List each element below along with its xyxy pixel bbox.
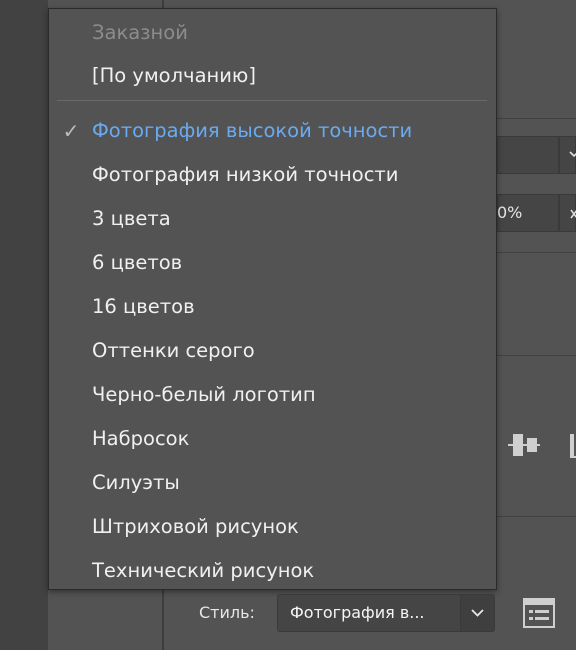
align-center-button[interactable] xyxy=(505,428,543,462)
preset-dropdown-menu: Заказной [По умолчанию] ✓ Фотография выс… xyxy=(48,8,497,590)
list-icon xyxy=(523,598,555,628)
menu-item-label: Штриховой рисунок xyxy=(92,515,299,538)
menu-item-high-fidelity-photo[interactable]: ✓ Фотография высокой точности xyxy=(49,111,496,151)
align-bottom-button[interactable] xyxy=(565,430,576,460)
menu-item-label: Оттенки серого xyxy=(92,339,255,362)
close-icon xyxy=(570,209,576,219)
menu-item-label: 3 цвета xyxy=(92,207,171,230)
menu-item-black-white-logo[interactable]: Черно-белый логотип xyxy=(49,375,496,415)
menu-item-label: Набросок xyxy=(92,427,190,450)
menu-item-technical-drawing[interactable]: Технический рисунок xyxy=(49,551,496,591)
left-panel-strip xyxy=(0,0,48,650)
chevron-down-icon xyxy=(569,151,576,158)
manage-presets-button[interactable] xyxy=(522,596,556,630)
percent-clear-button[interactable] xyxy=(559,194,576,232)
style-dropdown-button[interactable] xyxy=(460,595,494,631)
menu-item-default[interactable]: [По умолчанию] xyxy=(49,56,496,96)
style-select-value: Фотография в... xyxy=(290,603,425,622)
menu-item-16-colors[interactable]: 16 цветов xyxy=(49,287,496,327)
menu-item-line-art[interactable]: Штриховой рисунок xyxy=(49,507,496,547)
menu-item-sketch[interactable]: Набросок xyxy=(49,419,496,459)
menu-item-low-fidelity-photo[interactable]: Фотография низкой точности xyxy=(49,155,496,195)
panel-separator xyxy=(497,516,576,517)
menu-item-3-colors[interactable]: 3 цвета xyxy=(49,199,496,239)
menu-item-label: Черно-белый логотип xyxy=(92,383,316,406)
menu-item-label: 16 цветов xyxy=(92,295,195,318)
chevron-down-icon xyxy=(471,609,484,617)
align-bottom-icon xyxy=(570,434,576,458)
menu-separator xyxy=(57,100,487,101)
panel-separator xyxy=(497,355,576,356)
menu-item-label: Фотография высокой точности xyxy=(92,119,413,142)
menu-item-label: [По умолчанию] xyxy=(92,64,256,87)
menu-item-label: Силуэты xyxy=(92,471,180,494)
style-select[interactable]: Фотография в... xyxy=(277,594,495,632)
menu-item-grayscale[interactable]: Оттенки серого xyxy=(49,331,496,371)
menu-item-6-colors[interactable]: 6 цветов xyxy=(49,243,496,283)
preset-dropdown-button[interactable] xyxy=(559,136,576,174)
percent-value: 0% xyxy=(497,203,523,222)
panel-separator xyxy=(497,118,576,119)
menu-item-custom: Заказной xyxy=(49,13,496,53)
image-trace-panel: 0% Заказной [По умолчанию] ✓ Фотография … xyxy=(0,0,576,650)
menu-item-label: Фотография низкой точности xyxy=(92,163,399,186)
menu-item-label: 6 цветов xyxy=(92,251,183,274)
menu-item-silhouettes[interactable]: Силуэты xyxy=(49,463,496,503)
preset-field[interactable] xyxy=(497,136,559,174)
panel-separator xyxy=(497,252,576,253)
menu-item-label: Технический рисунок xyxy=(92,559,315,582)
checkmark-icon: ✓ xyxy=(62,119,80,143)
align-center-icon xyxy=(508,434,540,456)
menu-item-label: Заказной xyxy=(92,21,188,44)
style-label: Стиль: xyxy=(199,603,255,622)
